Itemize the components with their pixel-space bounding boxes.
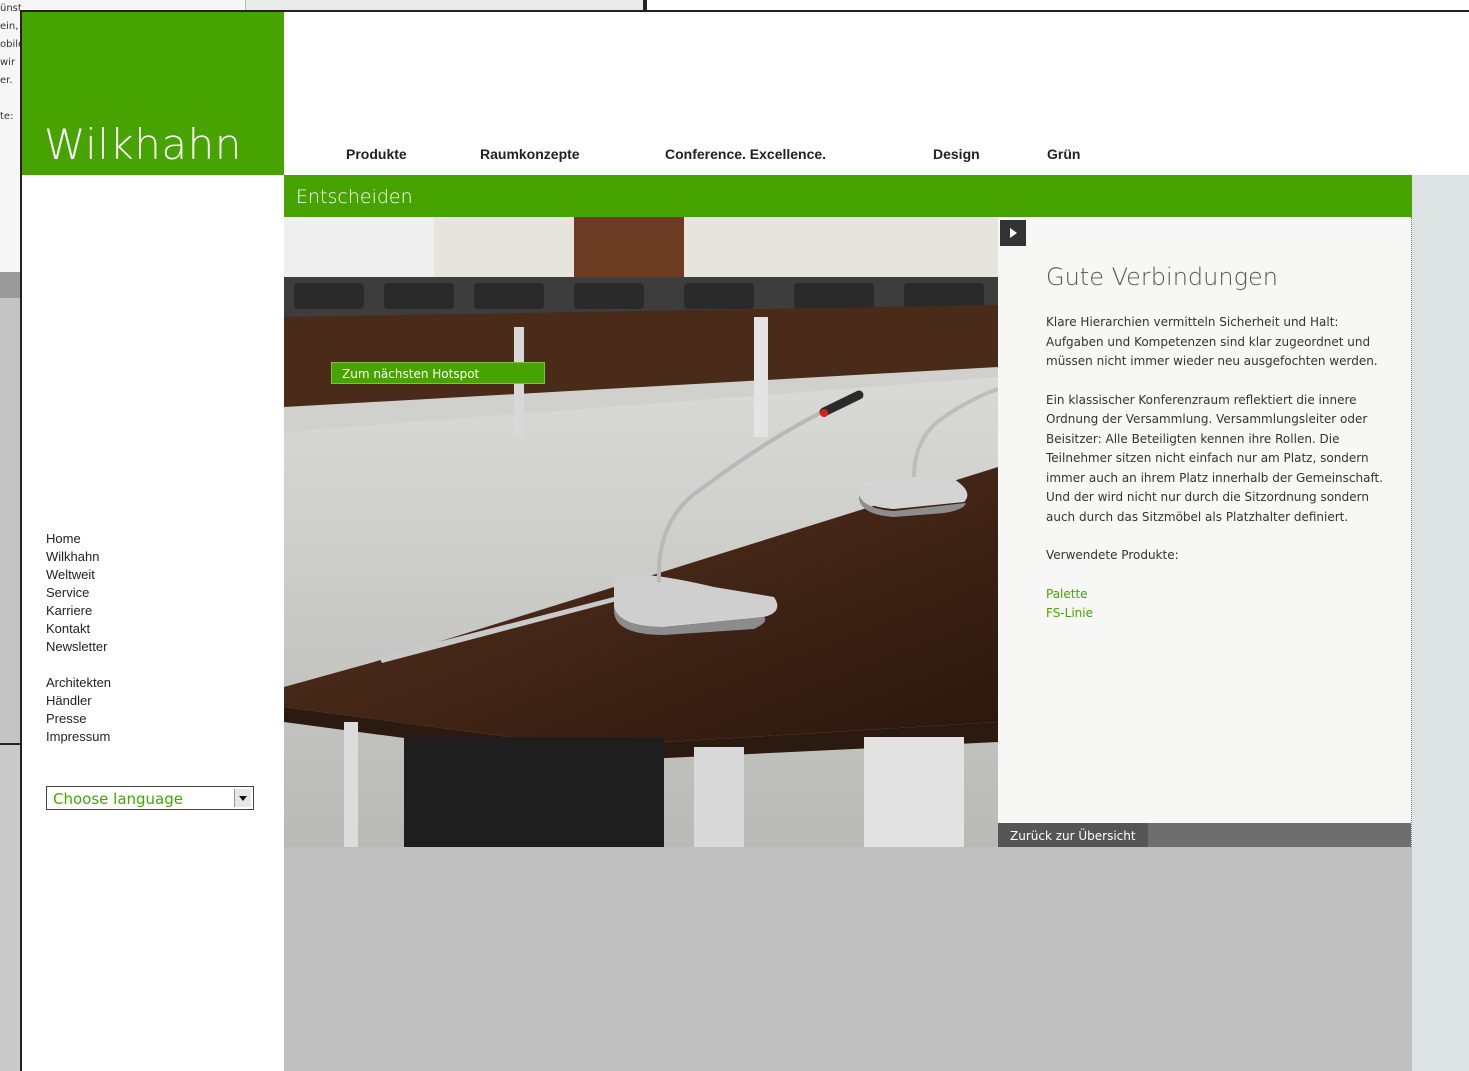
section-title: Entscheiden [296,186,413,208]
side-navigation: Home Wilkhahn Weltweit Service Karriere … [46,530,111,746]
info-title: Gute Verbindungen [1046,263,1278,291]
next-hotspot-button[interactable]: Zum nächsten Hotspot [331,362,545,384]
sidenav-item-home[interactable]: Home [46,530,111,548]
nav-item-design[interactable]: Design [933,146,980,162]
background-text-line: te: [0,111,14,122]
product-link-fs-linie[interactable]: FS-Linie [1046,604,1386,624]
products-label: Verwendete Produkte: [1046,548,1179,562]
logo: Wilkhahn [44,120,242,169]
browser-page: Wilkhahn Produkte Raumkonzepte Conferenc… [20,10,1469,1071]
nav-item-gruen[interactable]: Grün [1047,146,1080,162]
background-window-text: ünst ein, obile wir er. te: [0,0,22,140]
nav-item-conference-excellence[interactable]: Conference. Excellence. [665,146,826,162]
nav-item-produkte[interactable]: Produkte [346,146,407,162]
background-text-line: wir [0,57,16,68]
sidenav-item-kontakt[interactable]: Kontakt [46,620,111,638]
sidenav-item-presse[interactable]: Presse [46,710,111,728]
lower-content-area [284,847,1412,1071]
back-bar: Zurück zur Übersicht [998,823,1411,847]
back-to-overview-button[interactable]: Zurück zur Übersicht [998,823,1148,847]
product-link-palette[interactable]: Palette [1046,585,1386,605]
sidenav-item-architekten[interactable]: Architekten [46,674,111,692]
sidenav-item-karriere[interactable]: Karriere [46,602,111,620]
sidenav-item-wilkhahn[interactable]: Wilkhahn [46,548,111,566]
background-text-line: er. [0,75,13,86]
conference-room-photo: Zum nächsten Hotspot [284,217,998,847]
background-text-line: ein, [0,21,19,32]
info-panel: Gute Verbindungen Klare Hierarchien verm… [998,217,1412,847]
conference-room-illustration [284,217,998,847]
sidenav-item-haendler[interactable]: Händler [46,692,111,710]
info-paragraph: Ein klassischer Konferenzraum reflektier… [1046,392,1383,524]
info-body: Klare Hierarchien vermitteln Sicherheit … [1046,313,1386,624]
logo-block[interactable]: Wilkhahn [22,12,284,175]
background-text-line: ünst [0,3,22,14]
sidenav-item-service[interactable]: Service [46,584,111,602]
language-select[interactable]: Choose language [46,786,254,810]
info-paragraph: Klare Hierarchien vermitteln Sicherheit … [1046,315,1378,368]
play-icon[interactable] [1000,220,1026,246]
chevron-down-icon [234,789,251,807]
background-text-line: obile [0,39,22,50]
nav-item-raumkonzepte[interactable]: Raumkonzepte [480,146,580,162]
sidenav-item-impressum[interactable]: Impressum [46,728,111,746]
section-header-bar: Entscheiden [284,175,1412,217]
language-select-value: Choose language [53,790,183,808]
right-decoration-strip [1412,175,1469,1071]
sidenav-item-weltweit[interactable]: Weltweit [46,566,111,584]
sidenav-item-newsletter[interactable]: Newsletter [46,638,111,656]
